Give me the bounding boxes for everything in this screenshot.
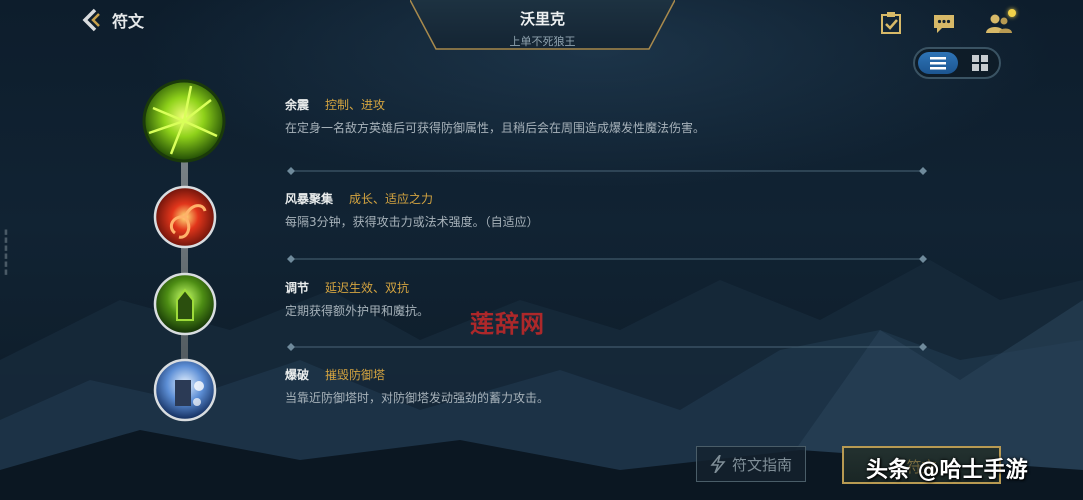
rune-demolish-icon[interactable]	[153, 358, 217, 422]
rune-entry[interactable]: 调节 延迟生效、双抗 定期获得额外护甲和魔抗。	[285, 279, 429, 319]
rune-description: 当靠近防御塔时，对防御塔发动强劲的蓄力攻击。	[285, 391, 550, 405]
chat-icon[interactable]	[932, 12, 956, 34]
rune-tags: 延迟生效、双抗	[325, 281, 410, 295]
back-chevron-icon	[82, 8, 100, 32]
divider	[287, 255, 927, 263]
rune-guide-label: 符文指南	[731, 455, 792, 474]
grid-icon	[972, 55, 988, 71]
divider	[287, 167, 927, 175]
rune-name: 风暴聚集	[285, 192, 334, 206]
watermark: 莲辞网	[470, 310, 545, 338]
champion-title: 上单不死狼王	[509, 35, 576, 48]
back-button[interactable]: 符文	[80, 8, 144, 32]
rune-entry[interactable]: 风暴聚集 成长、适应之力 每隔3分钟，获得攻击力或法术强度。（自适应）	[285, 190, 539, 230]
rune-entry[interactable]: 余震 控制、进攻 在定身一名敌方英雄后可获得防御属性，且稍后会在周围造成爆发性魔…	[285, 96, 705, 136]
lightning-icon	[710, 455, 726, 473]
divider	[287, 343, 927, 351]
grid-view-button[interactable]	[963, 52, 997, 74]
list-icon	[930, 57, 946, 70]
notification-dot	[1008, 9, 1016, 17]
clipboard-check-icon[interactable]	[879, 12, 903, 34]
rune-name: 调节	[285, 281, 310, 295]
aftershock-icon	[142, 79, 226, 163]
rune-description: 在定身一名敌方英雄后可获得防御属性，且稍后会在周围造成爆发性魔法伤害。	[285, 121, 706, 135]
demolish-icon	[153, 358, 217, 422]
view-toggle	[913, 47, 1001, 79]
list-view-button[interactable]	[918, 52, 958, 74]
rune-description: 每隔3分钟，获得攻击力或法术强度。（自适应）	[285, 215, 539, 229]
rune-tags: 摧毁防御塔	[325, 368, 386, 382]
gathering-storm-icon	[153, 185, 217, 249]
rune-gathering-storm-icon[interactable]	[153, 185, 217, 249]
rune-conditioning-icon[interactable]	[153, 272, 217, 336]
champion-name: 沃里克	[519, 10, 565, 28]
rune-tags: 控制、进攻	[325, 98, 386, 112]
rune-name: 爆破	[285, 368, 310, 382]
rune-description: 定期获得额外护甲和魔抗。	[285, 304, 430, 318]
rune-name: 余震	[285, 98, 310, 112]
conditioning-icon	[153, 272, 217, 336]
rune-aftershock-icon[interactable]	[141, 78, 227, 164]
brand-overlay: 头条 @哈士手游	[866, 458, 1028, 483]
page-title: 符文	[112, 12, 145, 31]
rune-tags: 成长、适应之力	[349, 192, 434, 206]
rune-entry[interactable]: 爆破 摧毁防御塔 当靠近防御塔时，对防御塔发动强劲的蓄力攻击。	[285, 366, 549, 406]
rune-guide-button[interactable]: 符文指南	[696, 446, 806, 482]
side-marker: ▮▮▮▮▮▮	[2, 228, 10, 276]
